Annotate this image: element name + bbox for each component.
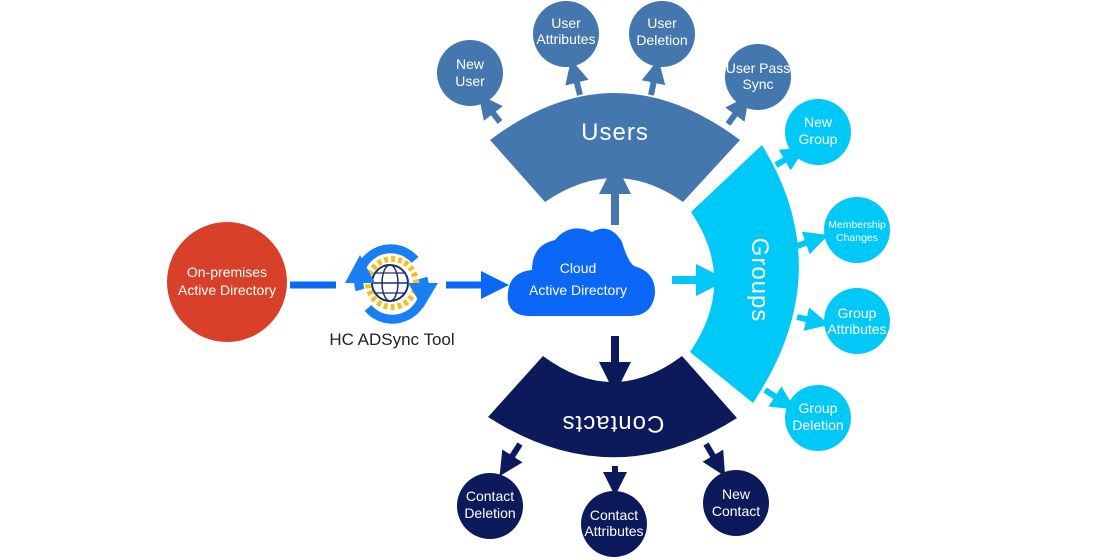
svg-text:On-premises: On-premises [187,264,267,280]
arrow-to-new-group [774,147,806,171]
svg-text:Deletion: Deletion [464,505,515,521]
svg-text:New: New [722,486,751,502]
svg-text:Group: Group [799,131,838,147]
arrow-to-contact-deletion [499,442,523,477]
node-contact-deletion: ContactDeletion [457,473,523,539]
node-user-deletion: UserDeletion [629,1,695,67]
svg-text:Changes: Changes [836,232,878,244]
users-label: Users [581,119,649,146]
node-membership-changes: MembershipChanges [824,197,890,263]
arrow-to-user-pass-sync [725,95,750,126]
svg-text:User Pass: User Pass [726,60,791,76]
svg-text:Contact: Contact [712,503,760,519]
svg-text:Deletion: Deletion [792,417,843,433]
cloud-line2: Active Directory [529,282,627,298]
svg-text:Attributes: Attributes [584,523,643,539]
svg-text:Contact: Contact [590,507,638,523]
svg-text:Group: Group [838,305,877,321]
svg-text:User: User [455,73,485,89]
on-premises-line1: On-premises [187,264,267,280]
arrow-to-user-attributes [565,59,589,96]
svg-text:User: User [647,15,677,31]
on-premises-line2: Active Directory [178,282,276,298]
sync-tool-label: HC ADSync Tool [329,330,454,349]
svg-text:Active Directory: Active Directory [529,282,627,298]
node-contact-attributes: ContactAttributes [581,491,647,557]
arrow-to-membership-changes [796,231,829,255]
sync-gear-globe-icon [345,244,438,324]
node-new-group: NewGroup [785,99,851,165]
arrow-to-group-attributes [796,307,830,331]
arrow-to-new-user [478,94,503,124]
svg-text:Sync: Sync [742,76,773,92]
svg-text:Deletion: Deletion [636,32,687,48]
groups-sector: Groups [690,145,799,403]
cloud-ad-node: Cloud Active Directory [507,228,656,316]
node-new-user: NewUser [437,40,503,106]
arrow-to-user-deletion [641,59,666,96]
node-user-attributes: UserAttributes [533,1,599,67]
svg-text:New: New [804,114,833,130]
arrow-to-new-contact [702,442,726,477]
node-group-attributes: GroupAttributes [824,288,890,354]
svg-text:Attributes: Attributes [827,321,886,337]
svg-text:Attributes: Attributes [536,31,595,47]
contacts-label: Contacts [562,410,665,437]
ad-sync-diagram: On-premises Active Directory HC ADSync T… [167,1,890,557]
svg-text:Membership: Membership [828,219,886,231]
svg-text:Group: Group [799,400,838,416]
svg-text:Cloud: Cloud [560,260,597,276]
node-user-pass-sync: User PassSync [725,44,791,110]
node-new-contact: NewContact [703,470,769,536]
arrow-to-group-deletion [763,386,796,410]
svg-text:Active Directory: Active Directory [178,282,276,298]
svg-text:User: User [551,15,581,31]
svg-text:Contact: Contact [466,488,514,504]
svg-text:New: New [456,56,485,72]
node-group-deletion: GroupDeletion [785,385,851,451]
on-premises-ad-node: On-premises Active Directory [167,222,287,342]
cloud-line1: Cloud [560,260,597,276]
groups-label: Groups [746,238,773,323]
